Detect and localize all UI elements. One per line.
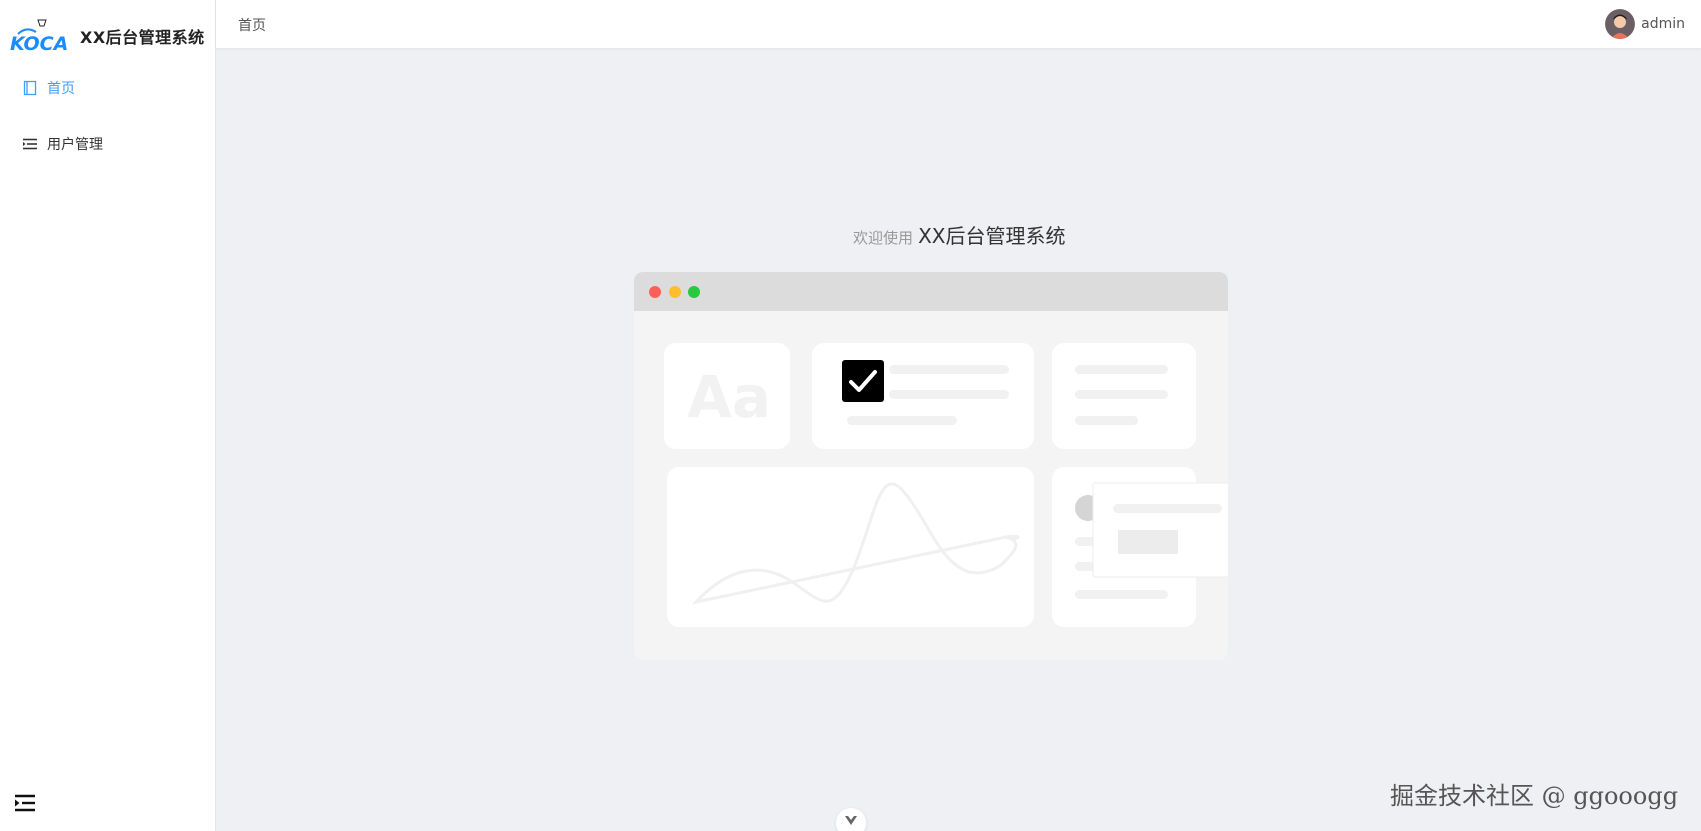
breadcrumb[interactable]: 首页 [238,15,266,35]
sidebar-nav: 首页 用户管理 [0,60,215,172]
top-header: 首页 admin [216,0,1701,48]
svg-text:KOCA: KOCA [10,33,68,55]
user-menu[interactable]: admin [1605,9,1685,39]
window-dot-red [649,286,661,298]
book-icon [23,80,37,96]
menu-collapse-icon[interactable] [15,793,37,813]
welcome-heading: 欢迎使用 XX后台管理系统 [853,220,1066,249]
illustration-aa-text: Aa [687,363,771,431]
illustration-titlebar [634,272,1228,311]
chevron-down-icon [845,816,857,825]
sidebar: KOCA XX后台管理系统 首页 用户管理 [0,0,216,831]
avatar [1605,9,1636,39]
welcome-system-name: XX后台管理系统 [918,224,1066,248]
window-dot-yellow [669,286,681,298]
window-dot-green [688,286,700,298]
sidebar-item-users[interactable]: 用户管理 [0,116,215,172]
menu-list-icon [23,138,37,150]
logo[interactable]: KOCA XX后台管理系统 [8,14,205,58]
sidebar-item-home[interactable]: 首页 [0,60,215,116]
username: admin [1641,16,1685,32]
koca-logo-icon: KOCA [10,19,68,55]
welcome-prefix: 欢迎使用 [853,229,914,247]
welcome-illustration: Aa [634,272,1228,660]
illustration-card-chart [667,467,1034,627]
scroll-down-button[interactable] [836,808,866,831]
app-title: XX后台管理系统 [80,28,205,47]
sidebar-item-label: 首页 [47,81,75,97]
watermark: 掘金技术社区 @ ggooogg [1390,782,1679,810]
check-icon [842,360,884,402]
sidebar-item-label: 用户管理 [47,137,103,153]
